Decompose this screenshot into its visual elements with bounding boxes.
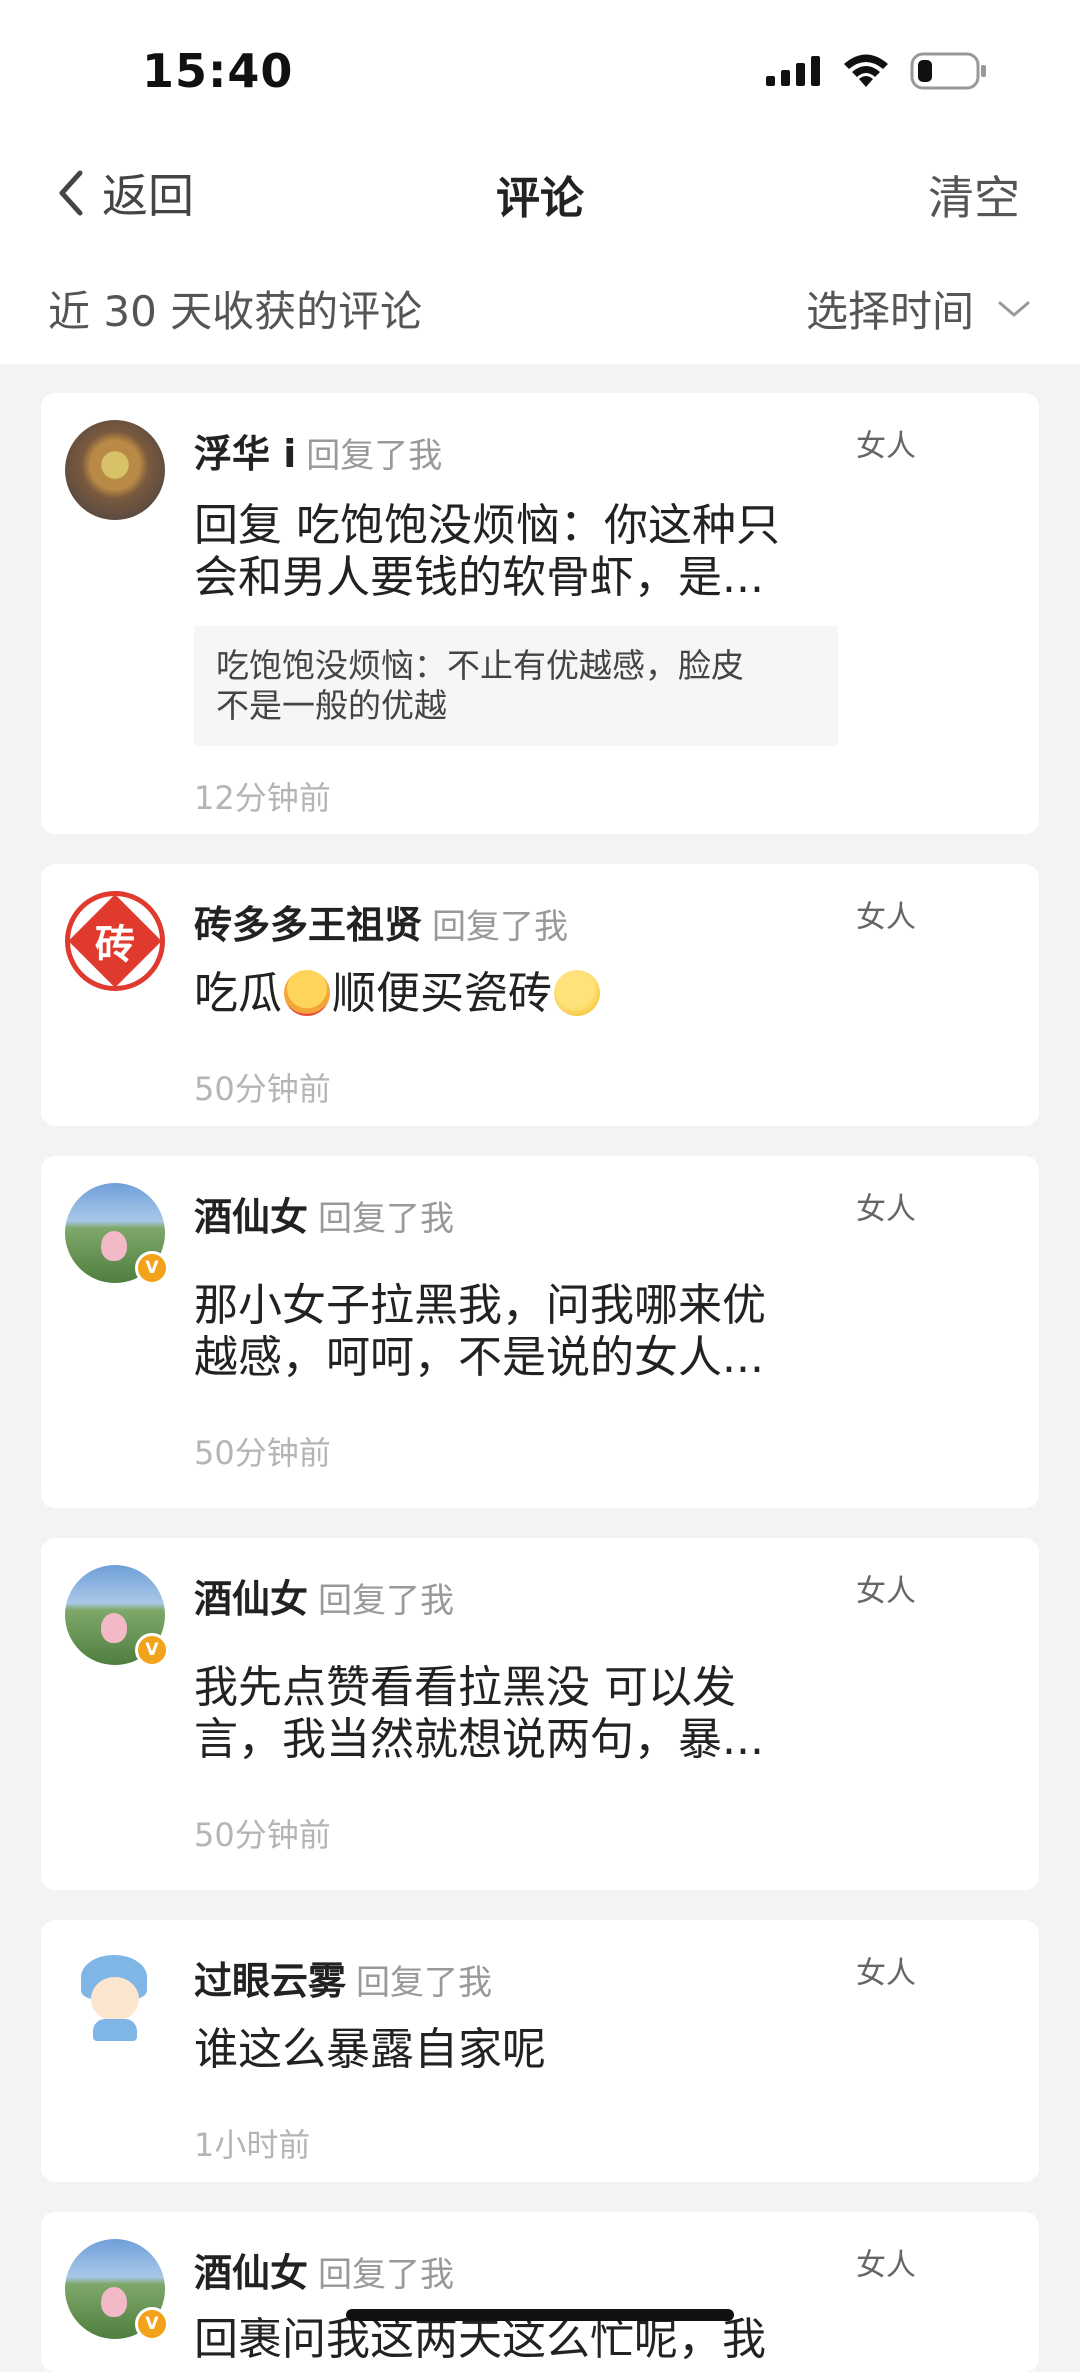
comment-card[interactable]: 砖 砖多多王祖贤 回复了我 女人 吃瓜 顺便买瓷砖 50分钟前 (41, 864, 1039, 1126)
wifi-icon (844, 54, 888, 87)
lotus-shape (101, 1231, 127, 1261)
comment-text[interactable]: 吃瓜 顺便买瓷砖 (194, 968, 814, 1020)
comment-user[interactable]: 浮华 i 回复了我 (194, 423, 442, 478)
hug-emoji-icon (284, 970, 330, 1016)
comment-tag: 女人 (856, 900, 916, 935)
avatar[interactable] (65, 420, 165, 520)
comment-text-line: 谁这么暴露自家呢 (194, 2024, 546, 2075)
avatar-cartoon-body (93, 2019, 137, 2041)
comment-card[interactable]: 浮华 i 回复了我 女人 回复 吃饱饱没烦恼：你这种只 会和男人要钱的软骨虾，是.… (41, 393, 1039, 834)
reply-action: 回复了我 (356, 1963, 493, 2003)
comment-card[interactable]: 过眼云雾 回复了我 女人 谁这么暴露自家呢 1小时前 (41, 1920, 1039, 2182)
comment-time: 50分钟前 (194, 1070, 331, 1108)
avatar-brick-logo: 砖 (70, 896, 160, 986)
comment-user[interactable]: 过眼云雾 回复了我 (194, 1950, 492, 2005)
comment-text-line: 回复 吃饱饱没烦恼：你这种只 (194, 500, 780, 551)
comment-text-line: 会和男人要钱的软骨虾，是... (194, 552, 764, 603)
comment-time: 12分钟前 (194, 779, 331, 817)
comment-card[interactable]: V 酒仙女 回复了我 女人 我先点赞看看拉黑没 可以发 言，我当然就想说两句，暴.… (41, 1538, 1039, 1890)
comment-text-line: 那小女子拉黑我，问我哪来优 (194, 1280, 766, 1331)
comment-tag: 女人 (856, 1574, 916, 1609)
avatar[interactable]: 砖 (65, 891, 165, 991)
status-time: 15:40 (142, 44, 294, 98)
comment-card[interactable]: V 酒仙女 回复了我 女人 回裹问我这两天这么忙呢，我 (41, 2212, 1039, 2372)
comment-text-line: 回裹问我这两天这么忙呢，我 (194, 2314, 766, 2365)
user-name: 砖多多王祖贤 (194, 903, 423, 947)
lotus-shape (101, 1613, 127, 1643)
quote-line: 不是一般的优越 (216, 686, 447, 725)
comment-text[interactable]: 那小女子拉黑我，问我哪来优 越感，呵呵，不是说的女人... (194, 1280, 814, 1384)
home-indicator[interactable] (346, 2309, 734, 2321)
user-name: 酒仙女 (194, 1195, 309, 1239)
smile-emoji-icon (554, 970, 600, 1016)
page-title: 评论 (496, 173, 584, 224)
reply-action: 回复了我 (432, 907, 569, 947)
quoted-comment[interactable]: 吃饱饱没烦恼：不止有优越感，脸皮 不是一般的优越 (194, 626, 838, 746)
time-select-label: 选择时间 (805, 287, 974, 336)
comment-time: 50分钟前 (194, 1434, 331, 1472)
avatar-char: 砖 (95, 922, 135, 968)
comment-text-line: 言，我当然就想说两句，暴... (194, 1714, 764, 1765)
avatar-cartoon-face (91, 1977, 139, 2021)
comment-time: 1小时前 (194, 2126, 311, 2164)
user-name: 过眼云雾 (194, 1959, 347, 2003)
reply-action: 回复了我 (318, 1581, 455, 1621)
avatar[interactable] (65, 1947, 165, 2047)
lotus-shape (101, 2287, 127, 2317)
status-bar: 15:40 (0, 0, 1080, 140)
comment-tag: 女人 (856, 2248, 916, 2283)
user-name: 浮华 i (194, 432, 297, 476)
time-select[interactable]: 选择时间 (806, 278, 1032, 339)
clear-button[interactable]: 清空 (928, 162, 1020, 228)
range-label: 近 30 天收获的评论 (48, 287, 423, 336)
comment-text-line: 我先点赞看看拉黑没 可以发 (194, 1662, 736, 1713)
battery-icon (910, 52, 986, 90)
comment-text[interactable]: 回复 吃饱饱没烦恼：你这种只 会和男人要钱的软骨虾，是... (194, 500, 814, 604)
reply-action: 回复了我 (318, 2255, 455, 2295)
comment-text-part: 吃瓜 (194, 968, 282, 1019)
verified-badge-icon: V (135, 2307, 169, 2341)
comment-text[interactable]: 我先点赞看看拉黑没 可以发 言，我当然就想说两句，暴... (194, 1662, 814, 1766)
verified-badge-icon: V (135, 1251, 169, 1285)
comment-time: 50分钟前 (194, 1816, 331, 1854)
quote-line: 吃饱饱没烦恼：不止有优越感，脸皮 (216, 646, 744, 685)
nav-bar: 返回 评论 清空 (0, 140, 1080, 258)
comment-text[interactable]: 回裹问我这两天这么忙呢，我 (194, 2314, 814, 2366)
comment-user[interactable]: 酒仙女 回复了我 (194, 1186, 454, 1241)
reply-action: 回复了我 (306, 436, 443, 476)
chevron-down-icon (998, 301, 1030, 316)
comment-user[interactable]: 酒仙女 回复了我 (194, 2242, 454, 2297)
comment-text[interactable]: 谁这么暴露自家呢 (194, 2024, 814, 2076)
comment-tag: 女人 (856, 1192, 916, 1227)
status-icons (766, 52, 988, 90)
user-name: 酒仙女 (194, 1577, 309, 1621)
user-name: 酒仙女 (194, 2251, 309, 2295)
comment-user[interactable]: 砖多多王祖贤 回复了我 (194, 894, 568, 949)
comment-user[interactable]: 酒仙女 回复了我 (194, 1568, 454, 1623)
comment-tag: 女人 (856, 429, 916, 464)
filter-bar: 近 30 天收获的评论 选择时间 (0, 258, 1080, 364)
comment-tag: 女人 (856, 1956, 916, 1991)
comment-text-part: 顺便买瓷砖 (332, 968, 552, 1019)
signal-icon (766, 56, 820, 86)
reply-action: 回复了我 (318, 1199, 455, 1239)
verified-badge-icon: V (135, 1633, 169, 1667)
comment-text-line: 越感，呵呵，不是说的女人... (194, 1332, 764, 1383)
comment-card[interactable]: V 酒仙女 回复了我 女人 那小女子拉黑我，问我哪来优 越感，呵呵，不是说的女人.… (41, 1156, 1039, 1508)
